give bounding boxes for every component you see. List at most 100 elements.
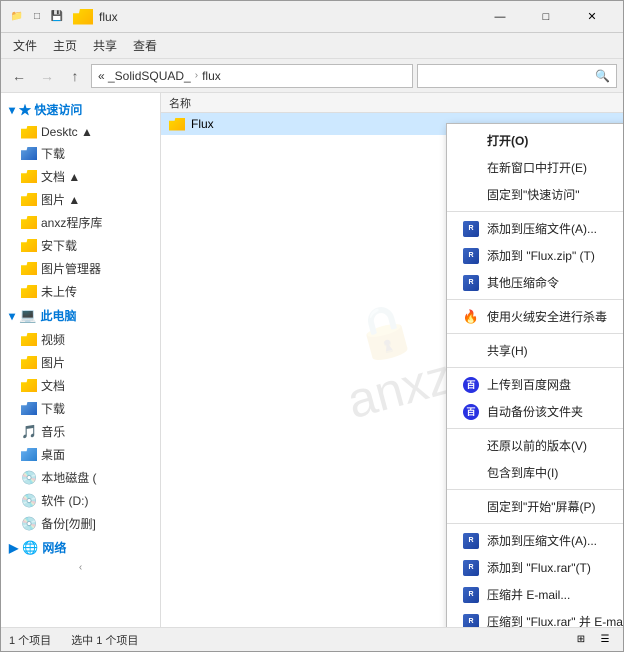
folder-dl-icon — [21, 147, 37, 160]
ctx-add-flux-rar[interactable]: R 添加到 "Flux.rar"(T) — [447, 554, 623, 581]
ctx-winrar-icon: R — [463, 221, 479, 237]
menu-file[interactable]: 文件 — [5, 34, 45, 57]
ctx-fire-scan-label: 使用火绒安全进行杀毒 — [487, 308, 607, 325]
title-bar: 📁 □ 💾 flux — □ ✕ — [1, 1, 623, 33]
list-view-button[interactable]: ☰ — [595, 631, 615, 649]
ctx-baidu-backup[interactable]: 百 自动备份该文件夹 — [447, 398, 623, 425]
ctx-sep5 — [447, 428, 623, 429]
search-input[interactable] — [424, 69, 595, 83]
folder-icon — [21, 239, 37, 252]
sidebar-item-pc-pictures[interactable]: 图片 — [1, 351, 160, 374]
ctx-winrar3-icon: R — [463, 275, 479, 291]
ctx-add-flux-zip[interactable]: R 添加到 "Flux.zip" (T) — [447, 242, 623, 269]
ctx-pin-quick[interactable]: 固定到"快速访问" — [447, 181, 623, 208]
sidebar-item-applib[interactable]: anxz程序库 — [1, 211, 160, 234]
ctx-lib-icon — [463, 465, 479, 481]
ctx-add-zip-label: 添加到压缩文件(A)... — [487, 220, 597, 237]
ctx-fire-icon: 🔥 — [463, 309, 479, 325]
ctx-other-compress-label: 其他压缩命令 — [487, 274, 559, 291]
ctx-pin-start-icon — [463, 499, 479, 515]
sidebar-item-download[interactable]: 下载 — [1, 142, 160, 165]
ctx-combine-email[interactable]: R 压缩并 E-mail... — [447, 581, 623, 608]
window-controls: — □ ✕ — [477, 1, 615, 33]
sidebar-item-pictures[interactable]: 图片 ▲ — [1, 188, 160, 211]
sidebar-item-desktop[interactable]: Desktc ▲ — [1, 122, 160, 142]
new-icon: □ — [29, 9, 45, 25]
sidebar-item-music[interactable]: 🎵 音乐 — [1, 420, 160, 443]
title-bar-icons: 📁 □ 💾 — [9, 9, 65, 25]
ctx-open-new-window[interactable]: 在新窗口中打开(E) — [447, 154, 623, 181]
sidebar-item-picmanager[interactable]: 图片管理器 — [1, 257, 160, 280]
back-button[interactable]: ← — [7, 64, 31, 88]
sidebar-item-local-disk[interactable]: 💿 本地磁盘 ( — [1, 466, 160, 489]
ctx-pin-icon — [463, 187, 479, 203]
sidebar-item-docs[interactable]: 文档 ▲ — [1, 165, 160, 188]
grid-view-button[interactable]: ⊞ — [571, 631, 591, 649]
ctx-restore-icon — [463, 438, 479, 454]
maximize-button[interactable]: □ — [523, 1, 569, 33]
ctx-pin-quick-label: 固定到"快速访问" — [487, 186, 580, 203]
folder-icon — [21, 333, 37, 346]
sidebar-item-notuploaded[interactable]: 未上传 — [1, 280, 160, 303]
sidebar-item-desktop2[interactable]: 桌面 — [1, 443, 160, 466]
menu-view[interactable]: 查看 — [125, 34, 165, 57]
ctx-fire-scan[interactable]: 🔥 使用火绒安全进行杀毒 — [447, 303, 623, 330]
up-button[interactable]: ↑ — [63, 64, 87, 88]
folder-icon — [21, 170, 37, 183]
forward-button[interactable]: → — [35, 64, 59, 88]
ctx-add-flux-rar-label: 添加到 "Flux.rar"(T) — [487, 559, 591, 576]
this-pc-header[interactable]: ▾ 💻 此电脑 — [1, 303, 160, 328]
address-bar[interactable]: « _SolidSQUAD_ › flux — [91, 64, 413, 88]
ctx-compress-rar-email[interactable]: R 压缩到 "Flux.rar" 并 E-mail — [447, 608, 623, 627]
minimize-button[interactable]: — — [477, 1, 523, 33]
folder-icon — [21, 379, 37, 392]
ctx-compress-rar-email-label: 压缩到 "Flux.rar" 并 E-mail — [487, 613, 623, 627]
ctx-baidu-upload[interactable]: 百 上传到百度网盘 — [447, 371, 623, 398]
sidebar-item-label: 安下载 — [41, 237, 77, 254]
quick-access-header[interactable]: ▾ ★ 快速访问 — [1, 97, 160, 122]
nav-bar: ← → ↑ « _SolidSQUAD_ › flux 🔍 — [1, 59, 623, 93]
sidebar-item-videos[interactable]: 视频 — [1, 328, 160, 351]
ctx-baidu-backup-label: 自动备份该文件夹 — [487, 403, 583, 420]
music-icon: 🎵 — [21, 424, 37, 440]
sidebar-item-label: 图片管理器 — [41, 260, 101, 277]
ctx-pin-start[interactable]: 固定到"开始"屏幕(P) — [447, 493, 623, 520]
ctx-share[interactable]: 共享(H) › — [447, 337, 623, 364]
sidebar-item-pc-docs[interactable]: 文档 — [1, 374, 160, 397]
menu-share[interactable]: 共享 — [85, 34, 125, 57]
close-button[interactable]: ✕ — [569, 1, 615, 33]
title-folder-icon — [73, 9, 93, 25]
sidebar-item-label: 下载 — [41, 400, 65, 417]
sidebar-item-disk-d[interactable]: 💿 软件 (D:) — [1, 489, 160, 512]
ctx-include-lib[interactable]: 包含到库中(I) › — [447, 459, 623, 486]
item-count: 1 个项目 — [9, 632, 51, 648]
network-header[interactable]: ▶ 🌐 网络 — [1, 535, 160, 560]
ctx-share-label: 共享(H) — [487, 342, 528, 359]
folder-icon — [169, 118, 185, 131]
ctx-add-zip[interactable]: R 添加到压缩文件(A)... — [447, 215, 623, 242]
ctx-restore-ver[interactable]: 还原以前的版本(V) — [447, 432, 623, 459]
scroll-arrow: ‹ — [79, 562, 82, 573]
ctx-add-zip2[interactable]: R 添加到压缩文件(A)... — [447, 527, 623, 554]
ctx-open[interactable]: 打开(O) — [447, 127, 623, 154]
sidebar-item-pc-downloads[interactable]: 下载 — [1, 397, 160, 420]
menu-bar: 文件 主页 共享 查看 — [1, 33, 623, 59]
ctx-sep4 — [447, 367, 623, 368]
ctx-winrar2-icon: R — [463, 248, 479, 264]
ctx-open-new-window-label: 在新窗口中打开(E) — [487, 159, 587, 176]
watermark: 🔒 anxz — [326, 290, 458, 430]
sidebar-item-label: 桌面 — [41, 446, 65, 463]
sidebar-item-backup[interactable]: 💿 备份[勿删] — [1, 512, 160, 535]
file-list-header: 名称 — [161, 93, 623, 113]
ctx-new-window-icon — [463, 160, 479, 176]
folder-dl-icon — [21, 402, 37, 415]
ctx-combine-email-label: 压缩并 E-mail... — [487, 586, 570, 603]
save-icon: 💾 — [49, 9, 65, 25]
disk-icon: 💿 — [21, 470, 37, 486]
context-menu: 打开(O) 在新窗口中打开(E) 固定到"快速访问" R 添加到压缩文件(A).… — [446, 123, 623, 627]
ctx-sep1 — [447, 211, 623, 212]
menu-home[interactable]: 主页 — [45, 34, 85, 57]
ctx-other-compress[interactable]: R 其他压缩命令 › — [447, 269, 623, 296]
sidebar-item-install[interactable]: 安下载 — [1, 234, 160, 257]
sidebar-item-label: 图片 ▲ — [41, 191, 80, 208]
